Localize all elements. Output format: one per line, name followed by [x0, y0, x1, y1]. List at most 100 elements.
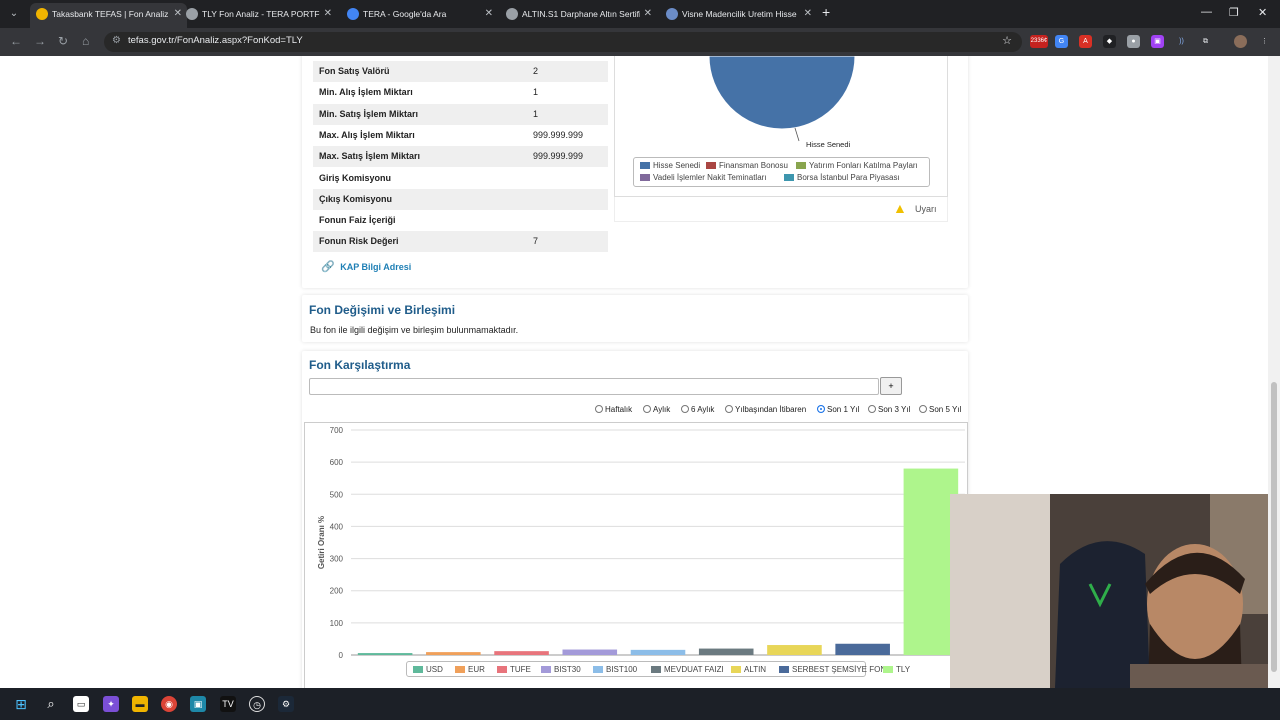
extension-badge[interactable]: 2336¢	[1030, 35, 1048, 48]
diamond-extension-icon[interactable]: ◆	[1103, 35, 1116, 48]
bar-usd[interactable]	[357, 653, 413, 655]
forward-icon[interactable]: →	[34, 34, 46, 48]
clock-app-icon[interactable]: ◷	[249, 696, 265, 712]
address-bar[interactable]: ⚙ tefas.gov.tr/FonAnaliz.aspx?FonKod=TLY…	[104, 32, 1022, 52]
browser-tab[interactable]: Takasbank TEFAS | Fon Analiz ✕	[30, 3, 187, 28]
allocation-legend-item[interactable]: Vadeli İşlemler Nakit Teminatları	[640, 173, 767, 182]
profile-avatar[interactable]	[1234, 35, 1247, 48]
chart-legend-item[interactable]: USD	[413, 665, 443, 674]
home-icon[interactable]: ⌂	[82, 34, 89, 48]
radio-dot[interactable]	[919, 405, 927, 413]
tab-favicon-icon	[186, 8, 198, 20]
windows-start-icon[interactable]: ⊞	[13, 696, 29, 712]
browser-tab[interactable]: TLY Fon Analiz - TERA PORTFÖY ✕	[180, 3, 337, 25]
radio-dot[interactable]	[817, 405, 825, 413]
reload-icon[interactable]: ↻	[58, 34, 68, 48]
bar-tufe[interactable]	[494, 651, 549, 655]
warning-bar: ▲ Uyarı	[614, 197, 948, 222]
tab-title: Takasbank TEFAS | Fon Analiz	[52, 9, 169, 19]
bar-altin[interactable]	[767, 645, 822, 655]
radio-dot[interactable]	[643, 405, 651, 413]
period-radio[interactable]: 6 Aylık	[681, 405, 714, 414]
translate-extension-icon[interactable]: G	[1055, 35, 1068, 48]
period-radio[interactable]: Haftalık	[595, 405, 632, 414]
browser-menu-icon[interactable]: ⋮	[1258, 35, 1271, 48]
file-explorer-icon[interactable]: ▬	[132, 696, 148, 712]
fund-compare-input[interactable]	[309, 378, 879, 395]
search-icon[interactable]: ⌕	[43, 696, 59, 712]
restore-icon[interactable]: ❐	[1229, 6, 1239, 19]
extensions-puzzle-icon[interactable]: ⧉	[1199, 35, 1212, 48]
period-radio[interactable]: Son 1 Yıl	[817, 405, 859, 414]
tab-title: TLY Fon Analiz - TERA PORTFÖY	[202, 9, 320, 19]
warning-icon: ▲	[893, 200, 907, 216]
bar-eur[interactable]	[426, 652, 481, 655]
legend-swatch	[541, 666, 551, 673]
minimize-icon[interactable]: —	[1201, 6, 1212, 18]
radio-dot[interactable]	[725, 405, 733, 413]
period-radio[interactable]: Yılbaşından İtibaren	[725, 405, 806, 414]
tab-search-icon[interactable]: ⌄	[6, 6, 22, 22]
tradingview-icon[interactable]: TV	[220, 696, 236, 712]
adblock-extension-icon[interactable]: A	[1079, 35, 1092, 48]
chart-legend-item[interactable]: BIST100	[593, 665, 637, 674]
fund-info-row: Fonun Risk Değeri 7	[313, 231, 608, 253]
fund-info-row: Min. Satış İşlem Miktarı 1	[313, 103, 608, 125]
browser-tab[interactable]: TERA - Google'da Ara ✕	[341, 3, 498, 25]
radio-dot[interactable]	[868, 405, 876, 413]
allocation-legend-item[interactable]: Finansman Bonosu	[706, 161, 788, 170]
chart-legend-item[interactable]: TLY	[883, 665, 910, 674]
chart-legend-item[interactable]: EUR	[455, 665, 485, 674]
new-tab-button[interactable]: +	[822, 4, 830, 20]
purple-extension-icon[interactable]: ▣	[1151, 35, 1164, 48]
fund-info-label: Fon Satış Valörü	[319, 66, 390, 76]
avatar-extension-icon[interactable]: ●	[1127, 35, 1140, 48]
warning-label[interactable]: Uyarı	[915, 204, 937, 214]
period-radio[interactable]: Son 3 Yıl	[868, 405, 910, 414]
fund-info-row: Giriş Komisyonu	[313, 168, 608, 189]
copilot-icon[interactable]: ✦	[103, 696, 119, 712]
site-info-icon[interactable]: ⚙	[112, 35, 121, 46]
page-scrollbar[interactable]	[1268, 56, 1280, 688]
app-icon[interactable]: ▣	[190, 696, 206, 712]
period-radio[interactable]: Son 5 Yıl	[919, 405, 961, 414]
legend-swatch	[883, 666, 893, 673]
fund-info-row: Max. Alış İşlem Miktarı 999.999.999	[313, 125, 608, 146]
chart-legend-item[interactable]: BIST30	[541, 665, 581, 674]
add-fund-button[interactable]: +	[880, 377, 902, 395]
chrome-icon[interactable]: ◉	[161, 696, 177, 712]
period-label: Yılbaşından İtibaren	[735, 405, 807, 414]
tab-close-icon[interactable]: ✕	[324, 3, 332, 25]
chart-legend-item[interactable]: MEVDUAT FAIZI	[651, 665, 724, 674]
steam-icon[interactable]: ⚙	[278, 696, 294, 712]
legend-swatch	[593, 666, 603, 673]
period-label: Aylık	[653, 405, 671, 414]
task-view-icon[interactable]: ▭	[73, 696, 89, 712]
scrollbar-thumb[interactable]	[1271, 382, 1277, 672]
allocation-legend-item[interactable]: Yatırım Fonları Katılma Payları	[796, 161, 918, 170]
chart-legend-item[interactable]: ALTIN	[731, 665, 766, 674]
kap-link[interactable]: 🔗 KAP Bilgi Adresi	[321, 260, 411, 273]
tab-close-icon[interactable]: ✕	[804, 3, 812, 25]
radio-dot[interactable]	[681, 405, 689, 413]
allocation-legend-item[interactable]: Hisse Senedi	[640, 161, 700, 170]
browser-tab[interactable]: Visne Madencilik Uretim Hisse ✕	[660, 3, 817, 25]
bar-mevduat-faizi[interactable]	[698, 648, 754, 655]
back-icon[interactable]: ←	[10, 34, 22, 48]
browser-tab[interactable]: ALTIN.S1 Darphane Altın Sertifik ✕	[500, 3, 657, 25]
tab-close-icon[interactable]: ✕	[485, 3, 493, 25]
fund-info-value: 999.999.999	[533, 129, 584, 140]
bar-serbest-emsi-ye-fonu[interactable]	[835, 643, 890, 655]
period-radio[interactable]: Aylık	[643, 405, 670, 414]
bar-bist30[interactable]	[562, 649, 618, 655]
fund-info-row: Fon Satış Valörü 2	[313, 61, 608, 82]
allocation-legend-item[interactable]: Borsa İstanbul Para Piyasası	[784, 173, 900, 182]
chart-legend-item[interactable]: TUFE	[497, 665, 531, 674]
bookmark-star-icon[interactable]: ☆	[1002, 34, 1012, 47]
chart-legend-item[interactable]: SERBEST ŞEMSİYE FONU	[779, 665, 892, 674]
close-window-icon[interactable]: ✕	[1258, 6, 1267, 19]
bar-bist100[interactable]	[630, 649, 686, 655]
radio-dot[interactable]	[595, 405, 603, 413]
tab-close-icon[interactable]: ✕	[644, 3, 652, 25]
wave-extension-icon[interactable]: ))	[1175, 35, 1188, 48]
